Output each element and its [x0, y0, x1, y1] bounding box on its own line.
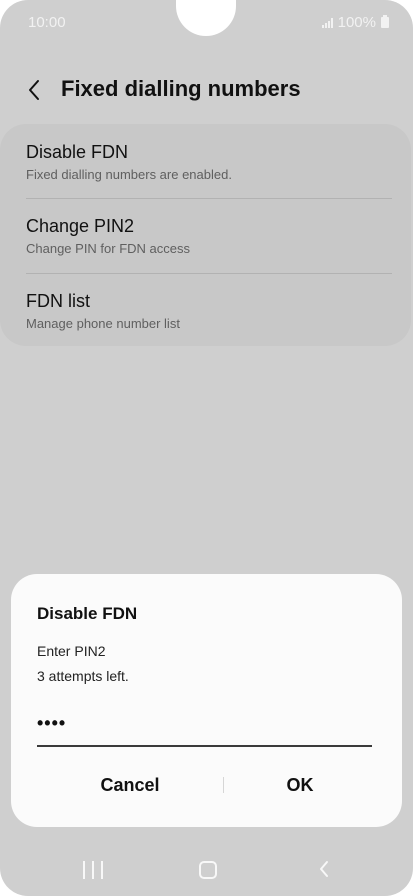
dialog-prompt: Enter PIN2	[37, 643, 106, 659]
list-item-title: Disable FDN	[26, 142, 129, 162]
home-icon[interactable]	[199, 861, 217, 879]
chevron-left-icon	[29, 80, 39, 100]
recents-icon[interactable]	[83, 861, 103, 879]
ok-button[interactable]: OK	[223, 770, 377, 800]
nav-back-icon[interactable]	[316, 859, 332, 879]
pin2-dialog: Disable FDN Enter PIN2 3 attempts left. …	[11, 574, 402, 827]
battery-percentage: 100%	[337, 14, 376, 31]
pin2-input[interactable]: ••••	[37, 707, 372, 747]
dialog-title: Disable FDN	[37, 604, 138, 623]
phone-screen: 10:00 100% Fixed dialling numbers Disabl…	[0, 0, 413, 896]
status-indicators: 100%	[321, 14, 389, 31]
navigation-bar	[0, 846, 413, 896]
settings-list: Disable FDN Fixed dialling numbers are e…	[0, 124, 411, 346]
list-item-change-pin2[interactable]: Change PIN2 Change PIN for FDN access	[26, 198, 392, 272]
camera-notch	[176, 0, 236, 36]
pin2-masked-value: ••••	[37, 713, 67, 733]
list-item-title: FDN list	[26, 291, 90, 311]
list-item-title: Change PIN2	[26, 216, 135, 236]
list-item-subtitle: Change PIN for FDN access	[26, 241, 191, 256]
list-item-subtitle: Fixed dialling numbers are enabled.	[26, 167, 232, 182]
battery-icon	[381, 15, 389, 28]
back-button[interactable]	[18, 74, 50, 106]
list-item-disable-fdn[interactable]: Disable FDN Fixed dialling numbers are e…	[26, 124, 392, 198]
status-time: 10:00	[28, 14, 66, 31]
signal-icon	[321, 17, 333, 28]
page-title: Fixed dialling numbers	[61, 76, 301, 101]
attempts-remaining: 3 attempts left.	[37, 668, 129, 684]
cancel-button[interactable]: Cancel	[37, 770, 223, 800]
app-header: Fixed dialling numbers	[0, 68, 413, 112]
list-item-fdn-list[interactable]: FDN list Manage phone number list	[26, 273, 392, 347]
list-item-subtitle: Manage phone number list	[26, 316, 180, 331]
